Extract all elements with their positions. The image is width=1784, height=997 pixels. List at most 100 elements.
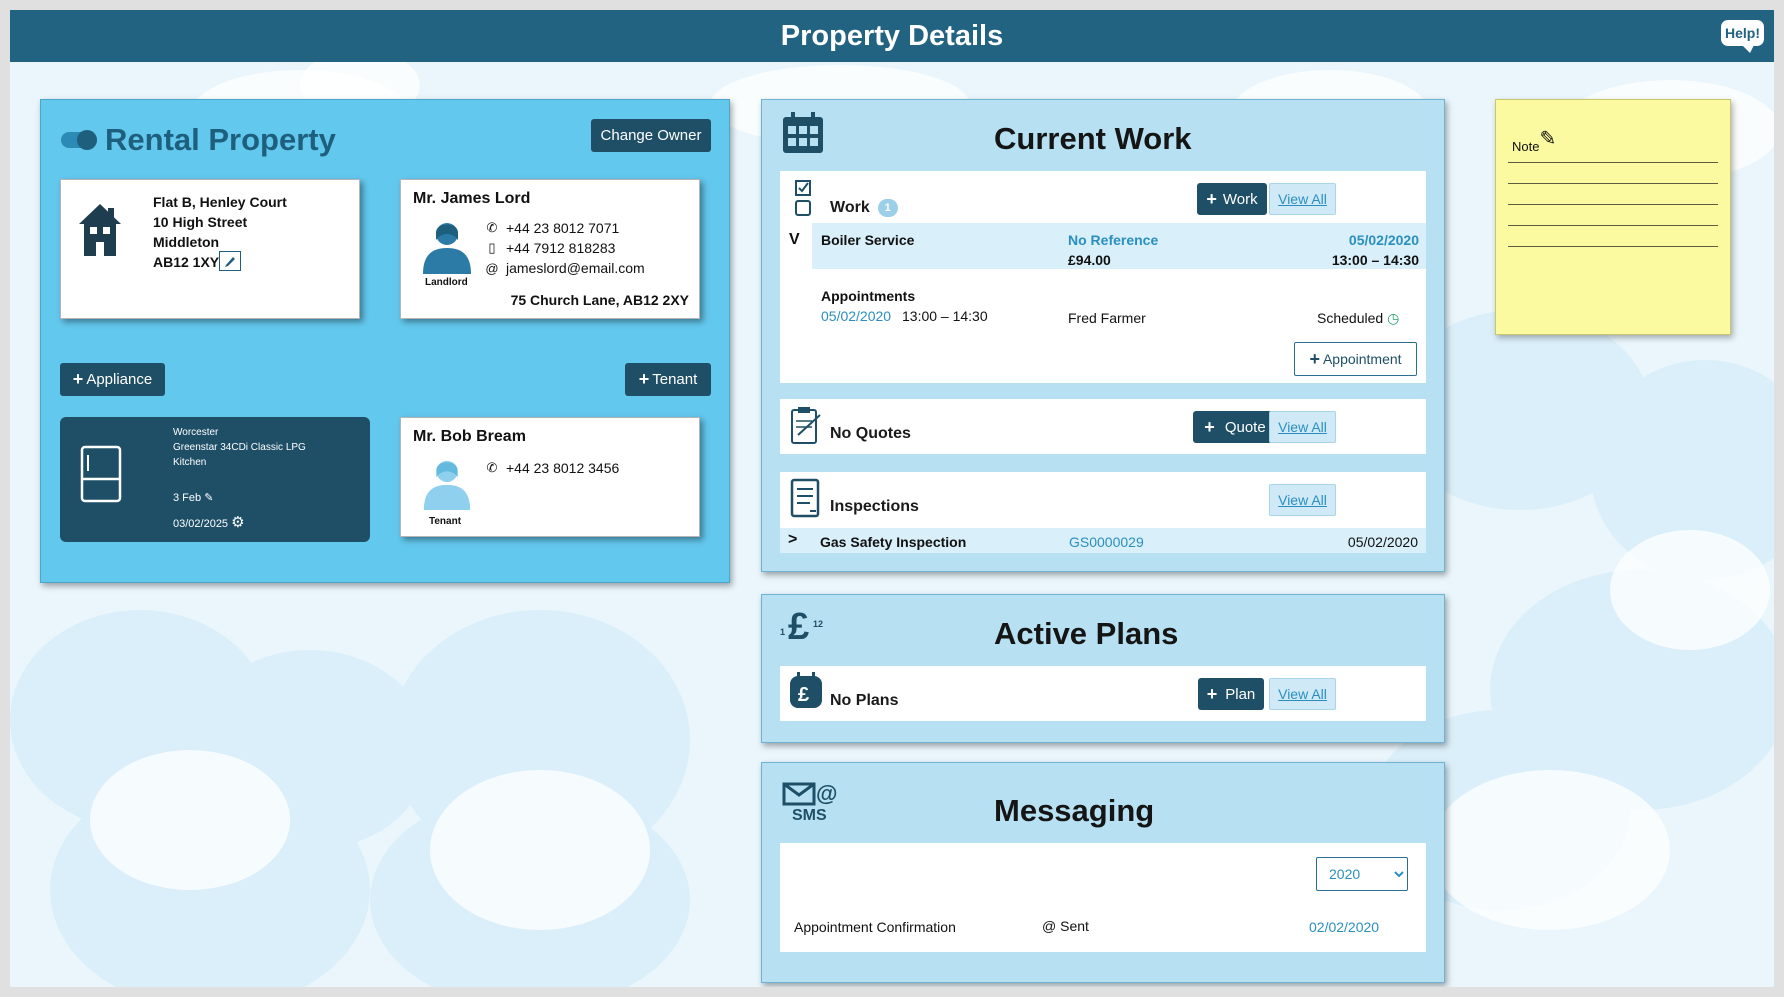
appliance-service-date: 3 Feb ✎ [173,492,214,504]
clipboard-icon [791,407,821,444]
job-name: Boiler Service [821,232,915,248]
person-icon [423,223,471,274]
plus-icon: + [72,369,84,389]
plus-icon: + [1204,416,1215,437]
note-title: Note✎ [1512,128,1557,154]
address-line1: Flat B, Henley Court [153,194,287,210]
calendar-icon [783,112,823,153]
job-price: £94.00 [1068,252,1111,268]
landlord-card[interactable]: Mr. James Lord Landlord ✆ +44 23 8012 707… [400,179,700,319]
appointments-label: Appointments [821,288,916,304]
plan-icon-text: 12 [813,619,823,629]
appointment-date[interactable]: 05/02/2020 [821,308,891,324]
quotes-label: No Quotes [830,425,911,442]
fridge-icon [80,445,122,503]
message-status: @ Sent [1042,918,1089,934]
add-work-button[interactable]: + Work [1197,183,1267,215]
rental-property-heading: Rental Property [61,122,336,158]
tenant-name: Mr. Bob Bream [413,428,526,445]
address-card: Flat B, Henley Court 10 High Street Midd… [60,179,360,319]
rental-property-panel: Rental Property Change Owner Flat B, Hen… [40,99,730,583]
add-appliance-button[interactable]: + Appliance [60,363,165,396]
appliance-model: Greenstar 34CDi Classic LPG [173,442,306,453]
add-plan-button[interactable]: + Plan [1198,678,1264,710]
plus-icon: + [1206,683,1218,704]
inspections-label: Inspections [830,498,919,515]
quotes-view-all-link[interactable]: View All [1269,411,1336,443]
appliance-card[interactable]: Worcester Greenstar 34CDi Classic LPG Ki… [60,417,370,542]
tenant-card[interactable]: Mr. Bob Bream Tenant ✆ +44 23 8012 3456 [400,417,700,537]
work-job-row[interactable]: Boiler Service No Reference £94.00 05/02… [812,223,1426,269]
address-line3: Middleton [153,234,220,250]
inspections-view-all-link[interactable]: View All [1269,484,1336,516]
job-time: 13:00 – 14:30 [1331,252,1419,268]
work-count-badge: 1 [877,199,898,217]
document-icon [790,478,820,518]
inspections-section: Inspections View All > Gas Safety Inspec… [780,472,1426,553]
address-postcode: AB12 1XY [153,254,220,270]
landlord-name: Mr. James Lord [413,190,531,207]
edit-address-button[interactable] [219,251,242,272]
clock-icon: ◷ [1387,310,1400,326]
work-label: Work 1 [830,199,898,217]
wrench-icon: ✎ [204,492,214,504]
message-date[interactable]: 02/02/2020 [1309,919,1379,935]
add-appointment-button[interactable]: + Appointment [1294,342,1417,376]
add-quote-button[interactable]: + Quote [1193,411,1277,443]
landlord-address: 75 Church Lane, AB12 2XY [510,292,689,308]
appliance-location: Kitchen [173,457,207,468]
person-icon [423,460,471,510]
page-header: Property Details Help! [10,10,1774,62]
app-frame: Property Details Help! Rental Property C… [10,10,1774,987]
current-work-panel: Current Work Work 1 + Work View All V Boil… [761,99,1445,572]
work-view-all-link[interactable]: View All [1269,183,1336,215]
svg-text:£: £ [788,606,809,647]
work-section: Work 1 + Work View All V Boiler Service No… [780,171,1426,383]
sticky-note[interactable]: Note✎ [1495,99,1731,335]
plans-view-all-link[interactable]: View All [1269,678,1336,710]
inspection-expand-toggle[interactable]: > [788,531,797,549]
email-icon: @ [1042,918,1057,934]
add-tenant-button[interactable]: + Tenant [625,363,711,396]
phone-icon: ✆ [486,460,498,475]
toggle-icon[interactable] [61,130,97,150]
rental-property-title: Rental Property [105,122,336,157]
current-work-title: Current Work [994,121,1192,156]
inspection-row[interactable]: > Gas Safety Inspection GS0000029 05/02/… [780,528,1426,553]
page-title: Property Details [780,20,1004,52]
svg-text:£: £ [798,684,809,706]
landlord-role: Landlord [425,277,468,288]
svg-text:@: @ [816,781,837,806]
pencil-icon: ✎ [1539,128,1557,150]
checklist-icon [795,180,811,216]
sms-label: SMS [792,807,827,824]
phone-icon: ✆ [486,220,498,235]
appliance-next-date: 03/02/2025 ⚙ [173,514,245,531]
landlord-email[interactable]: @ jameslord@email.com [483,260,644,276]
landlord-mobile[interactable]: ▯ +44 7912 818283 [483,240,615,256]
piggy-bank-icon: £ [790,672,822,708]
messaging-icon: @ SMS [782,781,842,827]
help-button[interactable]: Help! [1721,20,1764,53]
envelope-icon: @ [782,781,837,806]
change-owner-button[interactable]: Change Owner [591,119,711,152]
edit-icon [225,257,236,268]
plans-label: No Plans [830,692,899,709]
job-date: 05/02/2020 [1348,232,1419,248]
mobile-icon: ▯ [488,240,496,255]
inspection-reference[interactable]: GS0000029 [1069,534,1144,550]
plus-icon: + [1309,348,1320,369]
appliance-make: Worcester [173,427,219,438]
appointment-time: 13:00 – 14:30 [902,308,988,324]
active-plans-title: Active Plans [994,616,1179,651]
work-expand-toggle[interactable]: V [789,231,800,249]
active-plans-panel: £ 1 12 Active Plans £ No Plans + Plan Vie… [761,594,1445,743]
landlord-phone[interactable]: ✆ +44 23 8012 7071 [483,220,620,236]
tenant-phone[interactable]: ✆ +44 23 8012 3456 [483,460,620,476]
email-icon: @ [485,260,499,276]
gear-icon[interactable]: ⚙ [231,514,244,531]
inspection-name: Gas Safety Inspection [820,534,967,550]
year-select[interactable]: 2020 [1316,857,1408,891]
appointment-engineer: Fred Farmer [1068,310,1146,326]
messages-section: 2020 Appointment Confirmation @ Sent 02/… [780,843,1426,952]
